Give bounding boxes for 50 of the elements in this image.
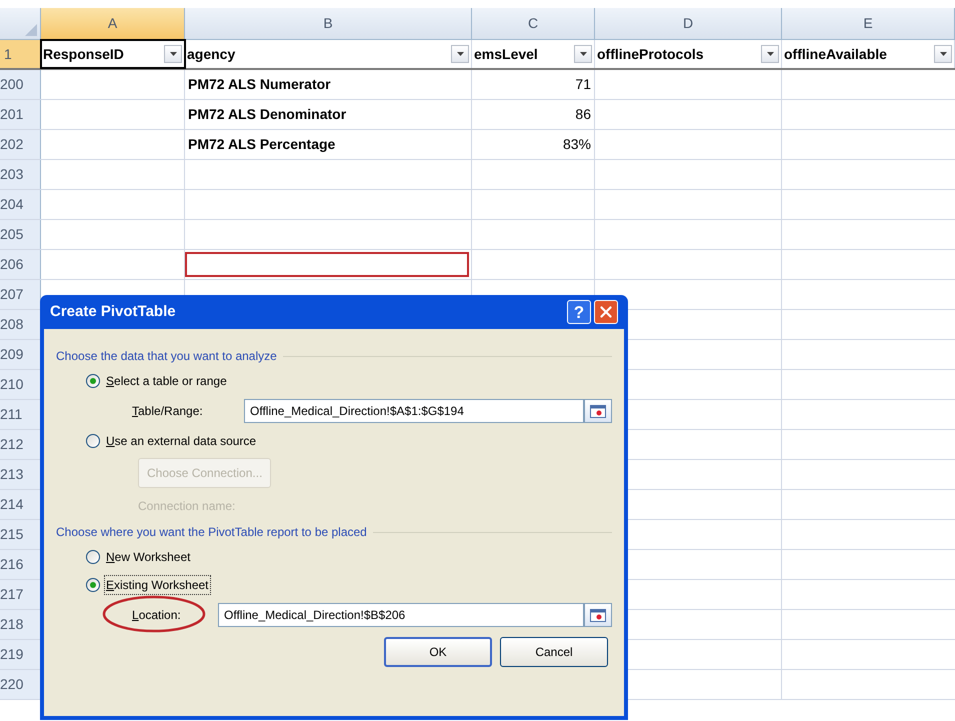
- radio-button[interactable]: [86, 550, 100, 564]
- radio-button[interactable]: [86, 578, 100, 592]
- section-heading: Choose the data that you want to analyze: [56, 348, 277, 365]
- column-header[interactable]: E: [863, 13, 873, 34]
- radio-label[interactable]: Existing Worksheet: [105, 576, 210, 594]
- caret-icon: [940, 52, 946, 56]
- dropdown-button[interactable]: [164, 45, 182, 63]
- table-cell-text: PM72 ALS Percentage: [188, 135, 336, 154]
- column-header[interactable]: D: [682, 13, 694, 34]
- column-header[interactable]: C: [528, 13, 538, 34]
- dialog-button[interactable]: Cancel: [500, 637, 608, 667]
- dialog-title: Create PivotTable: [50, 302, 176, 322]
- range-picker-button[interactable]: [584, 603, 612, 627]
- caret-icon: [580, 52, 586, 56]
- table-cell-text: 71: [575, 75, 591, 94]
- column-header[interactable]: B: [323, 13, 333, 34]
- caret-icon: [456, 52, 464, 56]
- table-cell-text: 86: [575, 105, 591, 124]
- radio-button[interactable]: [86, 434, 100, 448]
- radio-button[interactable]: [86, 374, 100, 388]
- radio-label[interactable]: New Worksheet: [105, 548, 192, 566]
- radio-label[interactable]: Select a table or range: [105, 372, 228, 390]
- row-number[interactable]: 1: [4, 44, 12, 64]
- field-label: Table/Range:: [132, 404, 203, 418]
- range-picker-icon: [590, 404, 606, 418]
- table-header: offlineAvailable: [784, 44, 887, 64]
- table-header: offlineProtocols: [597, 44, 704, 64]
- dropdown-button[interactable]: [934, 45, 952, 63]
- close-button[interactable]: [594, 300, 618, 324]
- table-cell-text: PM72 ALS Denominator: [188, 105, 346, 124]
- column-header[interactable]: A: [108, 13, 118, 34]
- range-picker-icon: [590, 608, 606, 622]
- help-button[interactable]: ?: [567, 300, 591, 324]
- table-cell-text: 83%: [562, 135, 591, 154]
- caret-icon: [170, 52, 176, 56]
- table-header: emsLevel: [474, 44, 538, 64]
- section-heading: Choose where you want the PivotTable report to be placed: [56, 524, 367, 541]
- caret-icon: [766, 52, 774, 56]
- range-picker-button[interactable]: [584, 399, 612, 423]
- table-header: ResponseID: [43, 44, 124, 64]
- table-header: agency: [187, 44, 236, 64]
- range-field[interactable]: Offline_Medical_Direction!$B$206: [218, 603, 584, 627]
- dropdown-button[interactable]: [761, 45, 779, 63]
- dropdown-button[interactable]: [574, 45, 592, 63]
- dropdown-button[interactable]: [451, 45, 469, 63]
- range-field[interactable]: Offline_Medical_Direction!$A$1:$G$194: [244, 399, 584, 423]
- field-label: Location:: [132, 608, 181, 622]
- table-cell-text: PM72 ALS Numerator: [188, 75, 331, 94]
- dialog-button[interactable]: OK: [384, 637, 492, 667]
- radio-label[interactable]: Use an external data source: [105, 432, 258, 450]
